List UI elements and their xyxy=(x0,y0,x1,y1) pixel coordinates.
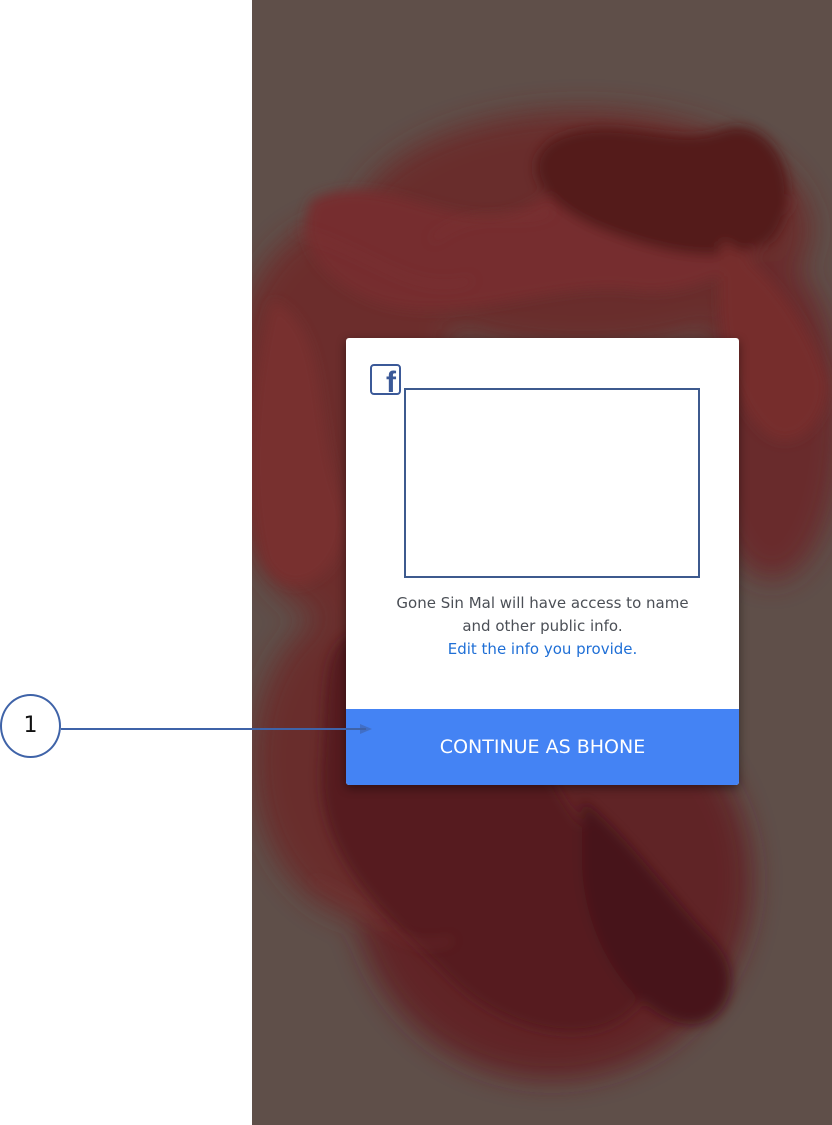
info-text-line-2: and other public info. xyxy=(462,617,623,635)
info-text-line-1: Gone Sin Mal will have access to name xyxy=(396,594,689,612)
profile-placeholder-box xyxy=(404,388,700,578)
edit-info-link[interactable]: Edit the info you provide. xyxy=(448,638,638,661)
annotation-marker: 1 xyxy=(0,694,61,758)
continue-button[interactable]: CONTINUE AS BHONE xyxy=(346,709,739,785)
app-screen: f Gone Sin Mal will have access to name … xyxy=(252,0,832,1125)
facebook-login-dialog: f Gone Sin Mal will have access to name … xyxy=(346,338,739,785)
annotated-screenshot: f Gone Sin Mal will have access to name … xyxy=(0,0,832,1125)
facebook-logo-icon: f xyxy=(370,364,401,395)
permission-info: Gone Sin Mal will have access to name an… xyxy=(346,592,739,661)
